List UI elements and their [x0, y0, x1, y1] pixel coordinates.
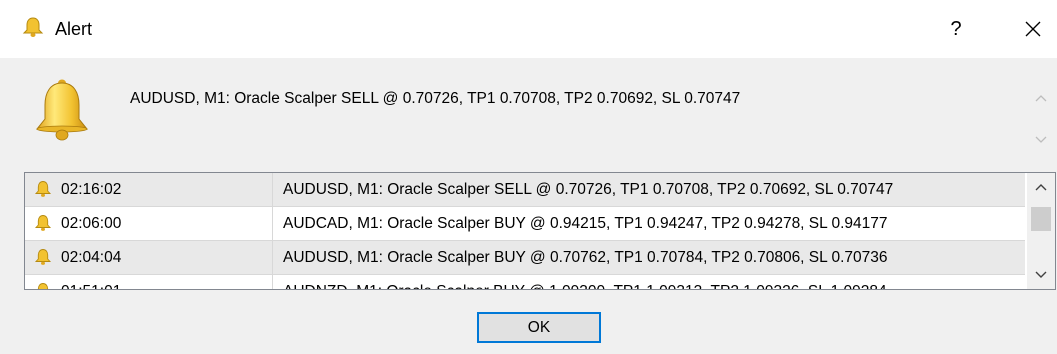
alert-message: AUDUSD, M1: Oracle Scalper SELL @ 0.7072… — [283, 181, 894, 198]
table-row[interactable]: 02:06:00 AUDCAD, M1: Oracle Scalper BUY @… — [25, 207, 1025, 241]
time-cell: 02:16:02 — [25, 173, 273, 206]
help-button[interactable]: ? — [941, 14, 971, 44]
message-scrollbar[interactable] — [1031, 84, 1051, 160]
window-title: Alert — [55, 19, 93, 39]
alert-message: AUDCAD, M1: Oracle Scalper BUY @ 0.94215… — [283, 215, 888, 232]
table-row[interactable]: 02:04:04 AUDUSD, M1: Oracle Scalper BUY @… — [25, 241, 1025, 275]
title-bar: Alert ? — [0, 0, 1057, 58]
bell-icon — [37, 283, 49, 289]
alert-dialog: Alert ? AUDUSD, M1: Oracle Scalper SELL … — [0, 0, 1057, 354]
bell-icon — [35, 79, 89, 141]
chevron-up-icon[interactable] — [1035, 183, 1047, 191]
alert-message: AUDUSD, M1: Oracle Scalper BUY @ 0.70762… — [283, 249, 888, 266]
table-row[interactable]: 01:51:01 AUDNZD, M1: Oracle Scalper BUY @… — [25, 275, 1025, 289]
chevron-up-icon[interactable] — [1035, 94, 1047, 102]
close-icon[interactable] — [1018, 14, 1048, 44]
alert-message: AUDNZD, M1: Oracle Scalper BUY @ 1.09300… — [283, 283, 887, 289]
time-cell: 02:06:00 — [25, 207, 273, 240]
alert-time: 02:04:04 — [61, 249, 122, 266]
table-row[interactable]: 02:16:02 AUDUSD, M1: Oracle Scalper SELL … — [25, 173, 1025, 207]
message-area: AUDUSD, M1: Oracle Scalper SELL @ 0.7072… — [14, 70, 1054, 158]
chevron-down-icon[interactable] — [1035, 136, 1047, 144]
alert-rows: 02:16:02 AUDUSD, M1: Oracle Scalper SELL … — [25, 173, 1025, 289]
ok-button-label: OK — [527, 318, 551, 336]
alert-time: 02:16:02 — [61, 181, 122, 198]
scrollbar-thumb[interactable] — [1031, 207, 1051, 231]
alert-time: 01:51:01 — [61, 283, 121, 289]
time-cell: 02:04:04 — [25, 241, 273, 274]
bell-icon — [22, 17, 44, 37]
bell-icon — [34, 249, 52, 265]
bell-icon — [34, 215, 52, 231]
alert-history-list[interactable]: 02:16:02 AUDUSD, M1: Oracle Scalper SELL … — [24, 172, 1056, 290]
time-cell: 01:51:01 — [25, 275, 273, 289]
bell-icon — [34, 181, 52, 197]
chevron-down-icon[interactable] — [1035, 271, 1047, 279]
alert-time: 02:06:00 — [61, 215, 122, 232]
message-text: AUDUSD, M1: Oracle Scalper SELL @ 0.7072… — [130, 90, 741, 107]
ok-button[interactable]: OK — [477, 312, 601, 343]
list-scrollbar[interactable] — [1027, 173, 1055, 289]
